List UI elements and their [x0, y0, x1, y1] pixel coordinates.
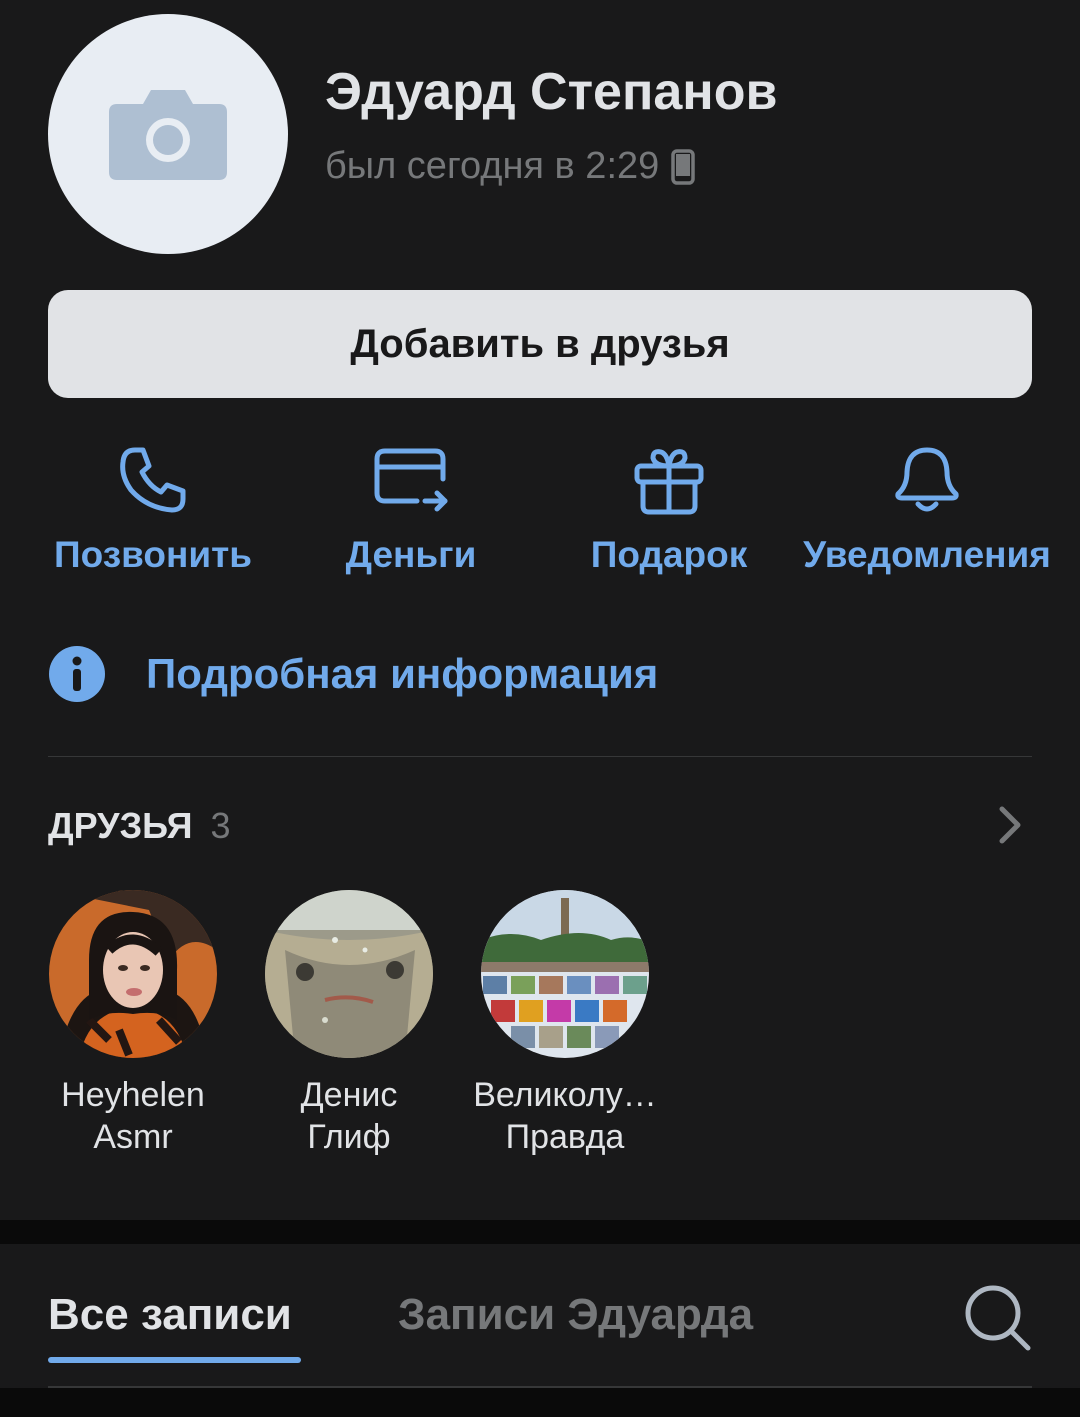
friend-avatar: [481, 890, 649, 1058]
profile-name: Эдуард Степанов: [325, 63, 778, 121]
bell-icon: [887, 440, 967, 520]
notifications-label: Уведомления: [803, 534, 1051, 575]
search-icon[interactable]: [962, 1282, 1034, 1354]
detailed-info-label: Подробная информация: [146, 650, 659, 697]
friend-item[interactable]: Денис Глиф: [264, 890, 434, 1158]
profile-status: был сегодня в 2:29: [325, 145, 696, 188]
info-icon: [49, 646, 105, 702]
tab-user-posts[interactable]: Записи Эдуарда: [398, 1290, 753, 1340]
friend-name: Heyhelen Asmr: [61, 1076, 205, 1156]
friend-item[interactable]: Heyhelen Asmr: [48, 890, 218, 1158]
notifications-action[interactable]: Уведомления: [797, 440, 1057, 576]
phone-call-icon: [113, 440, 193, 520]
money-action[interactable]: Деньги: [281, 440, 541, 576]
detailed-info-link[interactable]: Подробная информация: [48, 645, 658, 703]
bottom-area: [0, 1388, 1080, 1417]
friend-name: Великолу… Правда: [473, 1076, 657, 1156]
tab-all-posts[interactable]: Все записи: [48, 1290, 292, 1340]
friends-header[interactable]: ДРУЗЬЯ 3: [48, 805, 231, 847]
phone-icon: [671, 148, 696, 185]
friend-item[interactable]: Великолу… Правда: [473, 890, 657, 1158]
gift-action[interactable]: Подарок: [539, 440, 799, 576]
divider: [48, 756, 1032, 757]
friend-name: Денис Глиф: [300, 1076, 398, 1156]
call-action[interactable]: Позвонить: [23, 440, 283, 576]
friends-title: ДРУЗЬЯ: [48, 805, 193, 846]
friends-count: 3: [210, 805, 231, 846]
gift-icon: [629, 440, 709, 520]
call-label: Позвонить: [54, 534, 252, 575]
section-separator: [0, 1220, 1080, 1244]
friend-avatar: [265, 890, 433, 1058]
chevron-right-icon[interactable]: [990, 805, 1030, 845]
gift-label: Подарок: [590, 534, 748, 575]
friend-avatar: [49, 890, 217, 1058]
card-transfer-icon: [371, 440, 451, 520]
add-friend-button[interactable]: Добавить в друзья: [48, 290, 1032, 398]
active-tab-indicator: [48, 1357, 301, 1363]
camera-icon: [109, 90, 227, 180]
profile-avatar[interactable]: [48, 14, 288, 254]
money-label: Деньги: [345, 534, 477, 575]
status-text: был сегодня в 2:29: [325, 145, 660, 187]
